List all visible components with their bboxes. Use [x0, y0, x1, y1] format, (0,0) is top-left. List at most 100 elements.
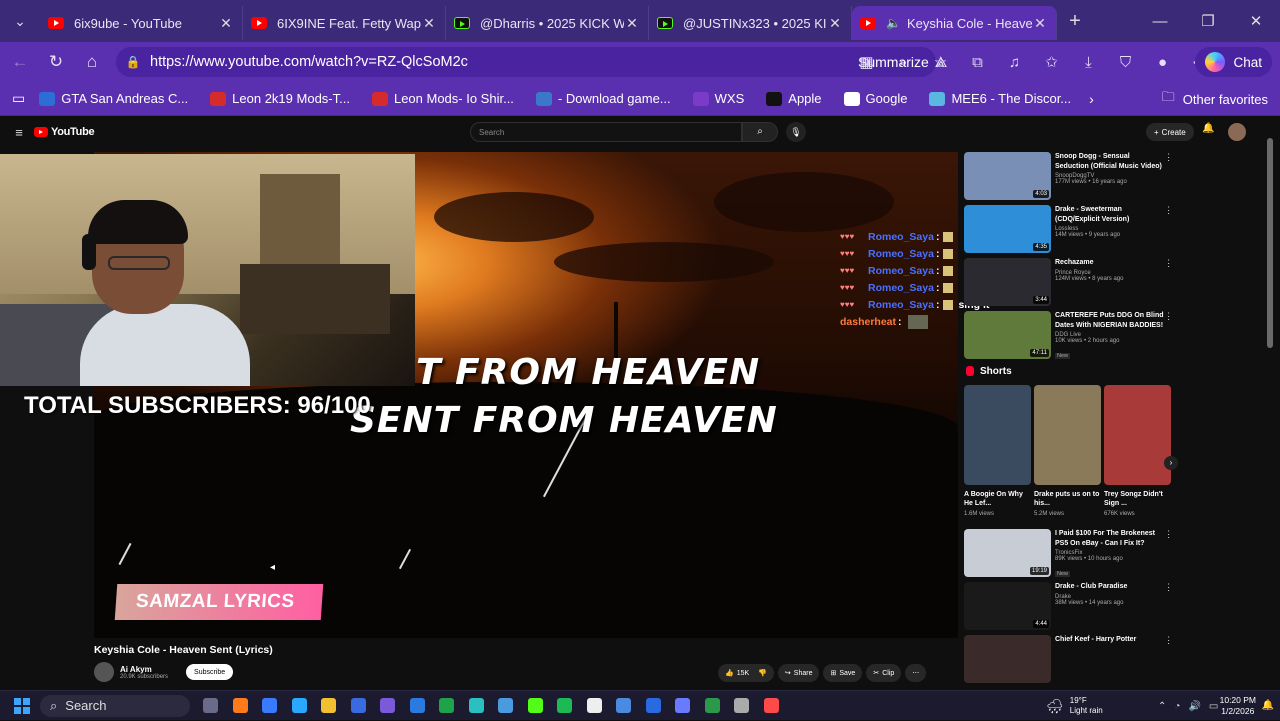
recommendation-card[interactable]: 47:11 CARTEREFE Puts DDG On Blind Dates W… — [964, 311, 1174, 359]
home-icon[interactable]: ⌂ — [74, 52, 110, 72]
chevron-right-icon[interactable]: › — [1089, 91, 1094, 107]
restore-icon[interactable]: ❐ — [1184, 0, 1232, 42]
more-options-icon[interactable]: ⋮ — [1164, 152, 1174, 200]
taskbar-app-icon[interactable] — [550, 695, 580, 717]
recommendation-card[interactable]: 3:44 Rechazame Prince Royce 124M views • 8 … — [964, 258, 1174, 306]
clock[interactable]: 10:20 PM 1/2/2026 — [1220, 695, 1256, 717]
site-info-icon[interactable]: 🔒 — [124, 55, 142, 69]
browser-tab[interactable]: @Dharris • 2025 KICK WRA✕ — [446, 6, 649, 40]
weather-widget[interactable]: 🌧 19°F Light rain — [1046, 691, 1103, 721]
copilot-chat-button[interactable]: Chat — [1195, 47, 1272, 77]
video-thumbnail[interactable]: 4:03 — [964, 152, 1051, 200]
clip-button[interactable]: ✂ Clip — [866, 664, 902, 682]
more-options-icon[interactable]: ⋮ — [1164, 635, 1174, 683]
taskbar-app-icon[interactable] — [462, 695, 492, 717]
zoom-icon[interactable]: ⌕ — [885, 54, 922, 71]
recommendation-card[interactable]: 4:03 Snoop Dogg - Sensual Seduction (Offi… — [964, 152, 1174, 200]
short-thumbnail[interactable] — [964, 385, 1031, 485]
video-thumbnail[interactable]: 47:11 — [964, 311, 1051, 359]
split-screen-icon[interactable]: ▦ — [848, 53, 885, 71]
profile-avatar[interactable]: ● — [1144, 54, 1181, 71]
short-meta[interactable]: A Boogie On Why He Lef... 1.6M views — [964, 490, 1031, 519]
hamburger-menu-icon[interactable]: ≡ — [4, 125, 34, 140]
notification-bell-icon[interactable]: 🔔 — [1262, 700, 1274, 711]
notifications-bell-icon[interactable]: 🔔 — [1202, 123, 1214, 134]
recommendation-title[interactable]: CARTEREFE Puts DDG On Blind Dates With N… — [1055, 311, 1164, 330]
bookmark-item[interactable]: Leon 2k19 Mods-T... — [210, 91, 350, 106]
close-window-icon[interactable]: ✕ — [1232, 0, 1280, 42]
recommendation-card[interactable]: Chief Keef - Harry Potter ⋮ — [964, 635, 1174, 683]
taskbar-app-icon[interactable] — [491, 695, 521, 717]
recommendation-title[interactable]: Snoop Dogg - Sensual Seduction (Official… — [1055, 152, 1164, 171]
video-thumbnail[interactable]: 3:44 — [964, 258, 1051, 306]
bookmark-item[interactable]: MEE6 - The Discor... — [929, 91, 1071, 106]
recommendation-card[interactable]: 19:19 I Paid $100 For The Brokenest PS5 O… — [964, 529, 1174, 577]
video-thumbnail[interactable]: 19:19 — [964, 529, 1051, 577]
downloads-icon[interactable]: ⤓ — [1070, 54, 1107, 71]
account-avatar[interactable] — [1228, 123, 1246, 141]
video-thumbnail[interactable]: 4:44 — [964, 582, 1051, 630]
more-actions-icon[interactable]: ⋯ — [905, 664, 927, 682]
browser-tab[interactable]: 🔈 Keyshia Cole - Heaven ✕ — [852, 6, 1057, 40]
bookmark-item[interactable]: - Download game... — [535, 91, 671, 106]
recommendation-title[interactable]: Rechazame — [1055, 258, 1164, 268]
bookmark-item[interactable]: Google — [843, 91, 907, 106]
taskbar-app-icon[interactable] — [226, 695, 256, 717]
taskbar-app-icon[interactable] — [757, 695, 787, 717]
shorts-next-chevron-icon[interactable]: › — [1164, 456, 1178, 470]
battery-icon[interactable]: ▭ — [1209, 701, 1218, 712]
taskbar-app-icon[interactable] — [432, 695, 462, 717]
taskbar-app-icon[interactable] — [580, 695, 610, 717]
taskbar-app-icon[interactable] — [727, 695, 757, 717]
short-thumbnail[interactable] — [1104, 385, 1171, 485]
volume-icon[interactable]: 🔊 — [1188, 701, 1200, 712]
short-meta[interactable]: Drake puts us on to his... 5.2M views — [1034, 490, 1101, 519]
recommendation-title[interactable]: Chief Keef - Harry Potter — [1055, 635, 1164, 645]
more-options-icon[interactable]: ⋮ — [1164, 529, 1174, 577]
recommendation-title[interactable]: Drake - Sweeterman (CDQ/Explicit Version… — [1055, 205, 1164, 224]
taskbar-app-icon[interactable] — [668, 695, 698, 717]
save-button[interactable]: ⊞ Save — [823, 664, 863, 682]
browser-essentials-icon[interactable]: ⛉ — [1107, 54, 1144, 71]
favorite-star-icon[interactable]: ☆ — [922, 53, 959, 71]
favorites-icon[interactable]: ✩ — [1033, 53, 1070, 71]
taskbar-app-icon[interactable] — [255, 695, 285, 717]
taskbar-app-icon[interactable] — [403, 695, 433, 717]
bookmark-item[interactable]: Leon Mods- Io Shir... — [371, 91, 514, 106]
bookmark-item[interactable]: Apple — [766, 91, 822, 106]
more-options-icon[interactable]: ⋮ — [1164, 311, 1174, 359]
close-tab-icon[interactable]: ✕ — [218, 15, 234, 32]
extensions-icon[interactable]: ⧉ — [959, 54, 996, 71]
more-options-icon[interactable]: ⋮ — [1164, 582, 1174, 630]
short-meta[interactable]: Trey Songz Didn't Sign ... 676K views — [1104, 490, 1171, 519]
share-button[interactable]: ↪ Share — [777, 664, 820, 682]
recommendation-card[interactable]: 4:44 Drake - Club Paradise Drake 38M views … — [964, 582, 1174, 630]
search-icon[interactable]: ⌕ — [742, 122, 778, 142]
windows-start-icon[interactable] — [14, 697, 30, 714]
thumbs-down-icon[interactable]: 👎 — [758, 669, 767, 677]
back-icon[interactable]: ← — [2, 52, 38, 72]
taskbar-app-icon[interactable] — [639, 695, 669, 717]
bookmark-item[interactable]: GTA San Andreas C... — [39, 91, 188, 106]
more-options-icon[interactable]: ⋮ — [1164, 258, 1174, 306]
close-tab-icon[interactable]: ✕ — [624, 15, 640, 32]
taskbar-app-icon[interactable] — [373, 695, 403, 717]
taskbar-app-icon[interactable] — [609, 695, 639, 717]
browser-tab[interactable]: 6ix9ube - YouTube ✕ — [40, 6, 243, 40]
video-thumbnail[interactable]: 4:35 — [964, 205, 1051, 253]
recommendation-title[interactable]: I Paid $100 For The Brokenest PS5 On eBa… — [1055, 529, 1164, 548]
speaker-icon[interactable]: 🔈 — [886, 16, 901, 30]
youtube-logo[interactable]: YouTube — [34, 126, 95, 138]
close-tab-icon[interactable]: ✕ — [827, 15, 843, 32]
taskbar-app-icon[interactable] — [698, 695, 728, 717]
tab-actions-chevron-icon[interactable]: ⌄ — [0, 0, 40, 42]
page-scrollbar[interactable] — [1266, 132, 1274, 672]
short-thumbnail[interactable] — [1034, 385, 1101, 485]
taskbar-app-icon[interactable] — [344, 695, 374, 717]
new-tab-button[interactable]: + — [1057, 10, 1093, 33]
bookmark-item[interactable]: WXS — [692, 91, 744, 106]
scrollbar-thumb[interactable] — [1267, 138, 1273, 348]
channel-avatar[interactable] — [94, 662, 114, 682]
taskbar-app-icon[interactable] — [314, 695, 344, 717]
media-control-icon[interactable]: ♫ — [996, 54, 1033, 71]
